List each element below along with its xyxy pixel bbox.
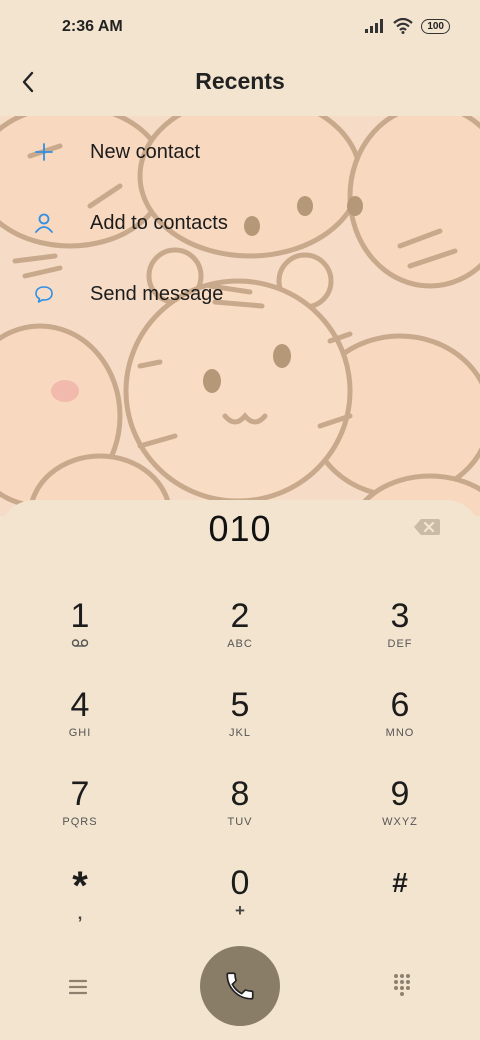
phone-icon [226, 972, 254, 1000]
key-3[interactable]: 3 DEF [340, 596, 460, 676]
wifi-icon [393, 18, 414, 34]
key-digit: 5 [230, 686, 250, 724]
key-4[interactable]: 4 GHI [20, 685, 140, 765]
send-message-item[interactable]: Send message [0, 266, 480, 322]
page-title: Recents [195, 68, 285, 94]
key-letters: ABC [227, 638, 253, 650]
key-letters: DEF [387, 638, 413, 650]
keypad-toggle-button[interactable] [388, 972, 416, 1000]
key-digit: 3 [390, 597, 410, 635]
add-to-contacts-label: Add to contacts [90, 211, 228, 234]
key-digit: 6 [390, 686, 410, 724]
key-letters: WXYZ [382, 816, 418, 828]
key-hash[interactable]: # [340, 863, 460, 943]
key-letters [340, 905, 460, 919]
status-bar: 2:36 AM 100 [0, 0, 480, 56]
backspace-icon [414, 519, 440, 535]
call-button[interactable] [200, 946, 280, 1026]
new-contact-label: New contact [90, 140, 201, 163]
key-digit: 8 [230, 775, 250, 813]
dialpad-icon [394, 974, 410, 996]
signal-icon [365, 19, 384, 33]
key-letters: GHI [68, 727, 92, 739]
voicemail-icon [20, 638, 140, 652]
key-digit: 4 [70, 686, 90, 724]
add-to-contacts-item[interactable]: Add to contacts [0, 195, 480, 251]
key-7[interactable]: 7 PQRS [20, 774, 140, 854]
key-star[interactable]: * , [20, 866, 140, 946]
header: Recents [0, 56, 480, 116]
key-letters: + [235, 901, 245, 920]
menu-button[interactable] [62, 974, 94, 1000]
plus-icon [30, 138, 58, 166]
battery-indicator: 100 [421, 18, 450, 34]
send-message-label: Send message [90, 282, 224, 305]
key-letters: JKL [229, 727, 251, 739]
key-digit: 0 [230, 864, 250, 902]
key-8[interactable]: 8 TUV [180, 774, 300, 854]
dialed-number: 010 [208, 508, 272, 549]
key-6[interactable]: 6 MNO [340, 685, 460, 765]
key-digit: # [392, 867, 408, 898]
person-icon [30, 209, 58, 237]
status-icons: 100 [365, 18, 450, 34]
key-letters: MNO [385, 727, 415, 739]
status-time: 2:36 AM [62, 18, 123, 35]
key-1[interactable]: 1 [20, 596, 140, 676]
key-5[interactable]: 5 JKL [180, 685, 300, 765]
key-letters: PQRS [62, 816, 98, 828]
bottom-bar [0, 946, 480, 1040]
backspace-button[interactable] [412, 516, 442, 538]
key-digit: 2 [230, 597, 250, 635]
key-digit: 9 [390, 775, 410, 813]
chat-bubble-icon [30, 280, 58, 308]
new-contact-item[interactable]: New contact [0, 124, 480, 180]
key-digit: 7 [70, 775, 90, 813]
key-2[interactable]: 2 ABC [180, 596, 300, 676]
key-9[interactable]: 9 WXYZ [340, 774, 460, 854]
key-digit: * [72, 864, 88, 908]
key-0[interactable]: 0 + [180, 863, 300, 943]
key-letters: , [77, 904, 83, 923]
key-digit: 1 [70, 597, 90, 635]
hamburger-menu-icon [68, 979, 88, 995]
key-letters: TUV [227, 816, 253, 828]
